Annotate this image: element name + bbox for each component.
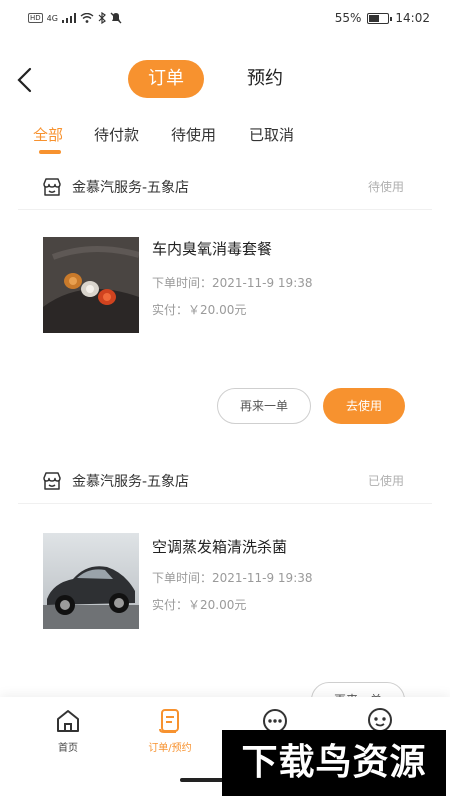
status-left: HD 4G [28,12,122,24]
paid-amount: 实付：￥20.00元 [152,598,247,612]
store-name: 金慕汽服务-五象店 [72,474,190,490]
clock: 14:02 [395,11,430,25]
order-card[interactable]: 金慕汽服务-五象店 已使用 空调蒸发箱清洗杀菌 下单时间：2021-11-9 1… [0,460,450,718]
hd-icon: HD [28,13,43,23]
nav-orders[interactable]: 订单/预约 [130,707,210,754]
store-row[interactable]: 金慕汽服务-五象店 待使用 [18,166,432,210]
product-title: 车内臭氧消毒套餐 [152,240,273,258]
sports-car-image [43,533,139,629]
reorder-button[interactable]: 再来一单 [217,388,311,424]
home-icon [57,710,79,732]
wifi-icon [80,13,94,23]
mute-icon [110,12,122,24]
store-icon [43,472,61,490]
order-time: 下单时间：2021-11-9 19:38 [152,276,313,290]
store-row[interactable]: 金慕汽服务-五象店 已使用 [18,460,432,504]
battery-percent: 55% [334,11,362,25]
ozone-device-image [43,237,139,333]
filter-all[interactable]: 全部 [33,124,63,145]
filter-cancelled[interactable]: 已取消 [249,124,294,145]
use-button[interactable]: 去使用 [323,388,405,424]
store-icon [43,178,61,196]
order-status: 已使用 [367,474,404,488]
chevron-left-icon [17,67,32,93]
nav-home-label: 首页 [58,743,78,754]
tab-order[interactable]: 订单 [128,60,204,98]
signal-icon [61,13,76,23]
order-status: 待使用 [367,180,404,194]
watermark-logo: 下载鸟资源 [222,730,446,796]
order-icon [159,709,179,733]
back-button[interactable] [14,66,36,94]
product-thumbnail[interactable] [43,533,139,629]
product-thumbnail[interactable] [43,237,139,333]
paid-amount: 实付：￥20.00元 [152,303,247,317]
order-time: 下单时间：2021-11-9 19:38 [152,571,313,585]
battery-fill [369,14,380,22]
nav-orders-label: 订单/预约 [148,743,192,754]
header: 订单 预约 [0,52,450,108]
store-name: 金慕汽服务-五象店 [72,180,190,196]
filter-pending-payment[interactable]: 待付款 [94,124,139,145]
network-label: 4G [46,13,58,23]
battery-icon [367,12,393,24]
order-card[interactable]: 金慕汽服务-五象店 待使用 车内臭氧消毒套餐 下单时间：2021-11-9 19… [0,166,450,446]
nav-home[interactable]: 首页 [28,707,108,754]
product-title: 空调蒸发箱清洗杀菌 [152,538,288,556]
status-right: 55% 14:02 [335,11,430,25]
tab-reserve[interactable]: 预约 [230,60,300,98]
filter-active-indicator [39,150,61,154]
status-bar: HD 4G 55% 14:02 [0,0,450,38]
filter-tabs: 全部 待付款 待使用 已取消 [0,120,450,160]
bluetooth-icon [98,12,106,24]
filter-to-use[interactable]: 待使用 [171,124,216,145]
